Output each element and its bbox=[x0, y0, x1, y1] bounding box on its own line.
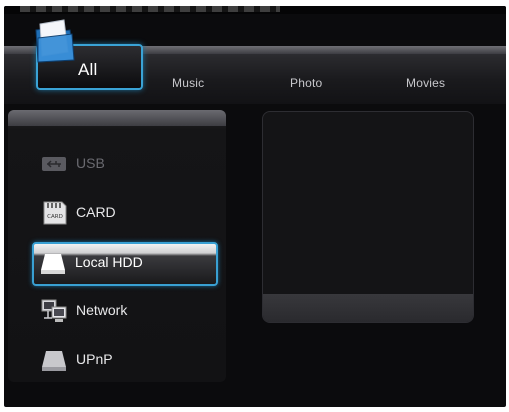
device-panel-header bbox=[8, 110, 226, 126]
sd-card-icon-text: CARD bbox=[47, 214, 63, 220]
device-item-local-hdd[interactable]: Local HDD bbox=[32, 242, 218, 286]
device-label: UPnP bbox=[76, 351, 113, 367]
folder-icon bbox=[35, 19, 75, 63]
usb-icon bbox=[42, 157, 66, 171]
network-computers-icon bbox=[41, 299, 67, 322]
media-browser-screen: Music Photo Movies All USB CARD CARD Loc… bbox=[4, 6, 506, 407]
device-item-network[interactable]: Network bbox=[34, 291, 222, 331]
device-label: Network bbox=[76, 302, 128, 318]
hard-drive-icon bbox=[41, 254, 65, 274]
top-bar-blurred-text bbox=[20, 6, 280, 12]
upnp-icon bbox=[42, 351, 66, 371]
sd-card-icon: CARD bbox=[43, 201, 67, 225]
tab-music[interactable]: Music bbox=[172, 76, 204, 90]
device-label: CARD bbox=[76, 204, 116, 220]
tab-all-label: All bbox=[78, 60, 98, 79]
device-item-card[interactable]: CARD CARD bbox=[34, 193, 222, 233]
device-label: Local HDD bbox=[75, 254, 143, 270]
device-item-upnp[interactable]: UPnP bbox=[34, 340, 222, 380]
device-item-usb[interactable]: USB bbox=[34, 144, 222, 184]
device-label: USB bbox=[76, 155, 105, 171]
tab-photo[interactable]: Photo bbox=[290, 76, 322, 90]
preview-info-bar bbox=[263, 294, 473, 322]
preview-panel bbox=[262, 111, 474, 323]
tab-movies[interactable]: Movies bbox=[406, 76, 445, 90]
top-bar bbox=[4, 6, 506, 14]
